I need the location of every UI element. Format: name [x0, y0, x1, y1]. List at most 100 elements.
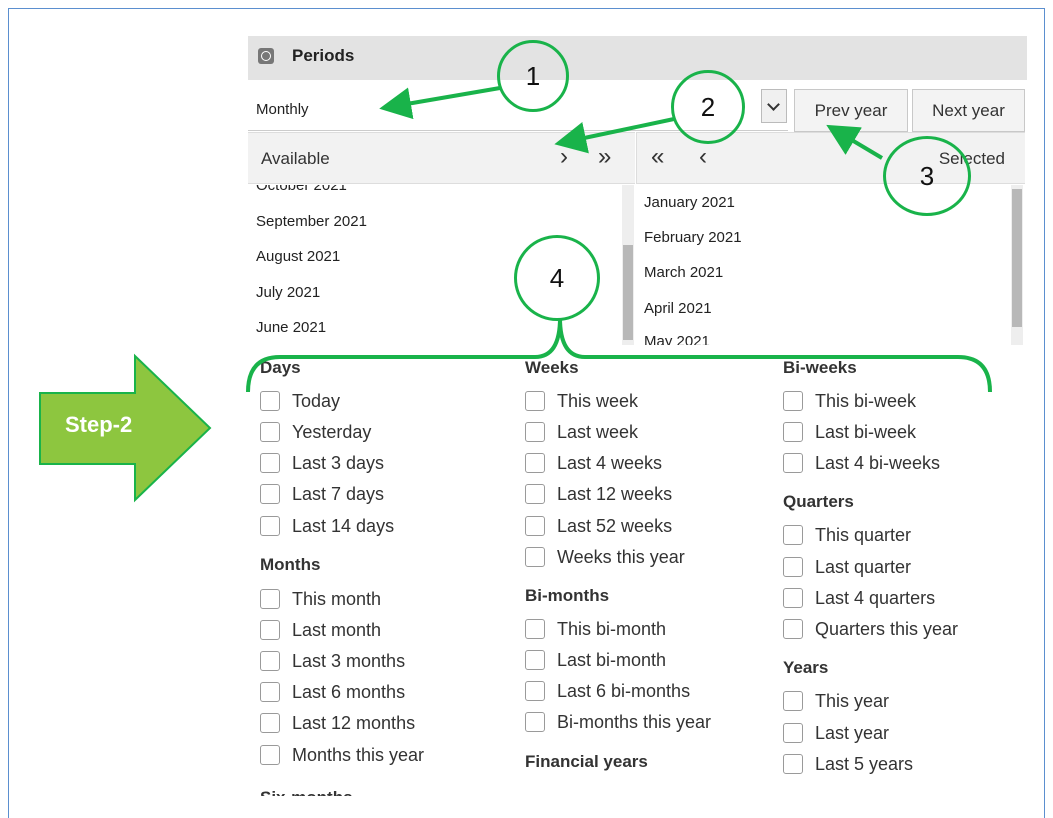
checkbox-box[interactable]	[783, 391, 803, 411]
checkbox-today[interactable]: Today	[260, 389, 340, 413]
checkbox-label: Last 4 bi-weeks	[815, 452, 941, 473]
checkbox-last-quarter[interactable]: Last quarter	[783, 555, 911, 579]
checkbox-box[interactable]	[525, 422, 545, 442]
list-item[interactable]: January 2021	[644, 194, 735, 211]
prev-year-button[interactable]: Prev year	[794, 89, 908, 132]
checkbox-this-year[interactable]: This year	[783, 689, 889, 713]
checkbox-last-week[interactable]: Last week	[525, 420, 638, 444]
checkbox-label: Last bi-month	[557, 649, 667, 670]
checkbox-box[interactable]	[260, 651, 280, 671]
checkbox-box[interactable]	[783, 525, 803, 545]
checkbox-last-5-years[interactable]: Last 5 years	[783, 752, 913, 776]
checkbox-box[interactable]	[783, 422, 803, 442]
list-item[interactable]: March 2021	[644, 264, 723, 281]
checkbox-box[interactable]	[525, 712, 545, 732]
checkbox-box[interactable]	[525, 681, 545, 701]
checkbox-box[interactable]	[260, 453, 280, 473]
checkbox-box[interactable]	[783, 588, 803, 608]
checkbox-box[interactable]	[260, 682, 280, 702]
checkbox-weeks-this-year[interactable]: Weeks this year	[525, 545, 685, 569]
checkbox-this-week[interactable]: This week	[525, 389, 638, 413]
checkbox-box[interactable]	[783, 691, 803, 711]
checkbox-label: Last quarter	[815, 556, 912, 577]
checkbox-last-4-bi-weeks[interactable]: Last 4 bi-weeks	[783, 451, 940, 475]
checkbox-this-quarter[interactable]: This quarter	[783, 523, 911, 547]
checkbox-box[interactable]	[260, 589, 280, 609]
checkbox-yesterday[interactable]: Yesterday	[260, 420, 371, 444]
checkbox-box[interactable]	[260, 516, 280, 536]
checkbox-last-14-days[interactable]: Last 14 days	[260, 514, 394, 538]
checkbox-label: Last 12 weeks	[557, 483, 673, 504]
checkbox-box[interactable]	[260, 745, 280, 765]
checkbox-box[interactable]	[525, 547, 545, 567]
checkbox-box[interactable]	[525, 516, 545, 536]
checkbox-box[interactable]	[260, 484, 280, 504]
checkbox-box[interactable]	[783, 723, 803, 743]
checkbox-last-year[interactable]: Last year	[783, 721, 889, 745]
checkbox-last-12-months[interactable]: Last 12 months	[260, 711, 415, 735]
checkbox-last-month[interactable]: Last month	[260, 618, 381, 642]
checkbox-label: This week	[557, 390, 639, 411]
list-item[interactable]: July 2021	[256, 284, 320, 301]
checkbox-this-bi-month[interactable]: This bi-month	[525, 617, 666, 641]
deselect-all-icon[interactable]: «	[651, 143, 664, 171]
checkbox-last-4-quarters[interactable]: Last 4 quarters	[783, 586, 935, 610]
checkbox-box[interactable]	[783, 754, 803, 774]
next-year-button[interactable]: Next year	[912, 89, 1025, 132]
list-item[interactable]: February 2021	[644, 229, 742, 246]
checkbox-last-6-months[interactable]: Last 6 months	[260, 680, 405, 704]
list-item[interactable]: May 2021	[644, 333, 710, 345]
checkbox-months-this-year[interactable]: Months this year	[260, 743, 424, 767]
checkbox-last-7-days[interactable]: Last 7 days	[260, 482, 384, 506]
periods-header: Periods	[248, 36, 1027, 80]
checkbox-bi-months-this-year[interactable]: Bi-months this year	[525, 710, 711, 734]
scrollbar-thumb[interactable]	[1012, 189, 1022, 327]
list-item[interactable]: October 2021	[256, 185, 347, 194]
checkbox-last-6-bi-months[interactable]: Last 6 bi-months	[525, 679, 690, 703]
list-item[interactable]: April 2021	[644, 300, 712, 317]
checkbox-last-3-days[interactable]: Last 3 days	[260, 451, 384, 475]
checkbox-box[interactable]	[260, 713, 280, 733]
checkbox-box[interactable]	[525, 619, 545, 639]
checkbox-last-bi-week[interactable]: Last bi-week	[783, 420, 916, 444]
list-item[interactable]: August 2021	[256, 248, 340, 265]
list-item[interactable]: September 2021	[256, 213, 367, 230]
available-scrollbar[interactable]	[622, 185, 634, 345]
checkbox-this-month[interactable]: This month	[260, 587, 381, 611]
checkbox-box[interactable]	[783, 619, 803, 639]
checkbox-last-4-weeks[interactable]: Last 4 weeks	[525, 451, 662, 475]
checkbox-box[interactable]	[525, 453, 545, 473]
checkbox-box[interactable]	[783, 557, 803, 577]
checkbox-label: Last 3 months	[292, 650, 406, 671]
checkbox-box[interactable]	[525, 650, 545, 670]
deselect-one-icon[interactable]: ‹	[699, 143, 707, 171]
checkbox-last-52-weeks[interactable]: Last 52 weeks	[525, 514, 672, 538]
checkbox-box[interactable]	[260, 422, 280, 442]
checkbox-last-3-months[interactable]: Last 3 months	[260, 649, 405, 673]
scrollbar-thumb[interactable]	[623, 245, 633, 340]
checkbox-label: Last week	[557, 421, 639, 442]
checkbox-quarters-this-year[interactable]: Quarters this year	[783, 617, 958, 641]
checkbox-box[interactable]	[260, 391, 280, 411]
select-all-icon[interactable]: »	[598, 143, 611, 171]
selected-scrollbar[interactable]	[1011, 185, 1023, 345]
list-item[interactable]: June 2021	[256, 319, 326, 336]
checkbox-box[interactable]	[783, 453, 803, 473]
checkbox-label: Last 4 quarters	[815, 587, 936, 608]
checkbox-label: Last 6 months	[292, 681, 406, 702]
checkbox-last-bi-month[interactable]: Last bi-month	[525, 648, 666, 672]
checkbox-box[interactable]	[525, 391, 545, 411]
checkbox-box[interactable]	[525, 484, 545, 504]
checkbox-label: Quarters this year	[815, 618, 959, 639]
checkbox-box[interactable]	[260, 620, 280, 640]
checkbox-label: This year	[815, 690, 890, 711]
chevron-down-icon[interactable]	[761, 89, 787, 123]
selected-list[interactable]: January 2021 February 2021 March 2021 Ap…	[636, 185, 1010, 345]
checkbox-this-bi-week[interactable]: This bi-week	[783, 389, 916, 413]
checkbox-label: Bi-months this year	[557, 711, 712, 732]
select-one-icon[interactable]: ›	[560, 143, 568, 171]
checkbox-label: Last 3 days	[292, 452, 385, 473]
checkbox-last-12-weeks[interactable]: Last 12 weeks	[525, 482, 672, 506]
checkbox-label: This bi-week	[815, 390, 917, 411]
checkbox-label: Last 52 weeks	[557, 515, 673, 536]
